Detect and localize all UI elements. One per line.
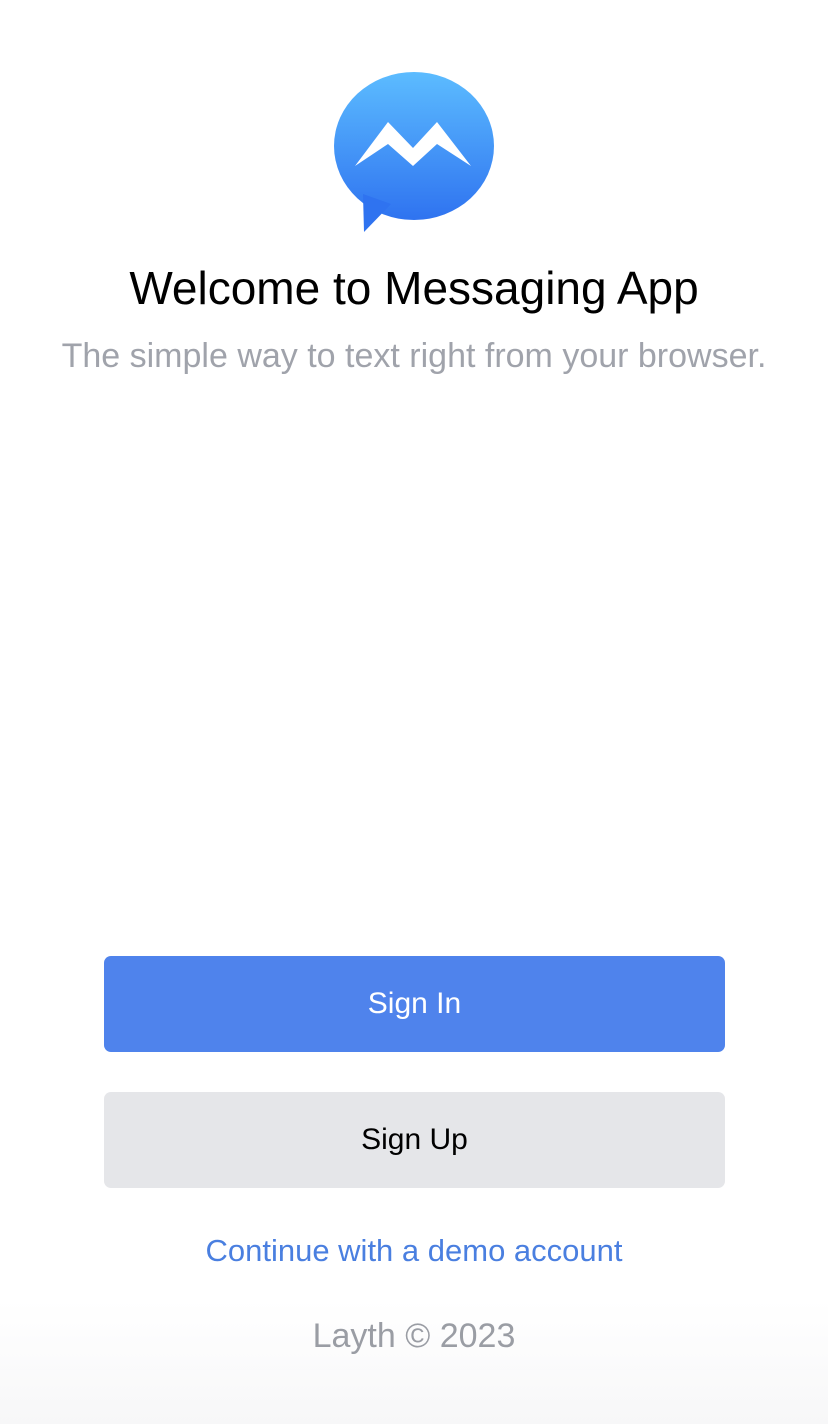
footer-copyright: Layth © 2023 — [312, 1317, 516, 1355]
demo-account-link[interactable]: Continue with a demo account — [0, 1230, 828, 1272]
page-title: Welcome to Messaging App — [129, 262, 699, 314]
sign-in-button[interactable]: Sign In — [104, 956, 725, 1052]
page-subtitle: The simple way to text right from your b… — [61, 337, 767, 375]
app-logo — [333, 72, 495, 234]
messenger-bubble-icon — [334, 72, 494, 232]
sign-up-button[interactable]: Sign Up — [104, 1092, 725, 1188]
